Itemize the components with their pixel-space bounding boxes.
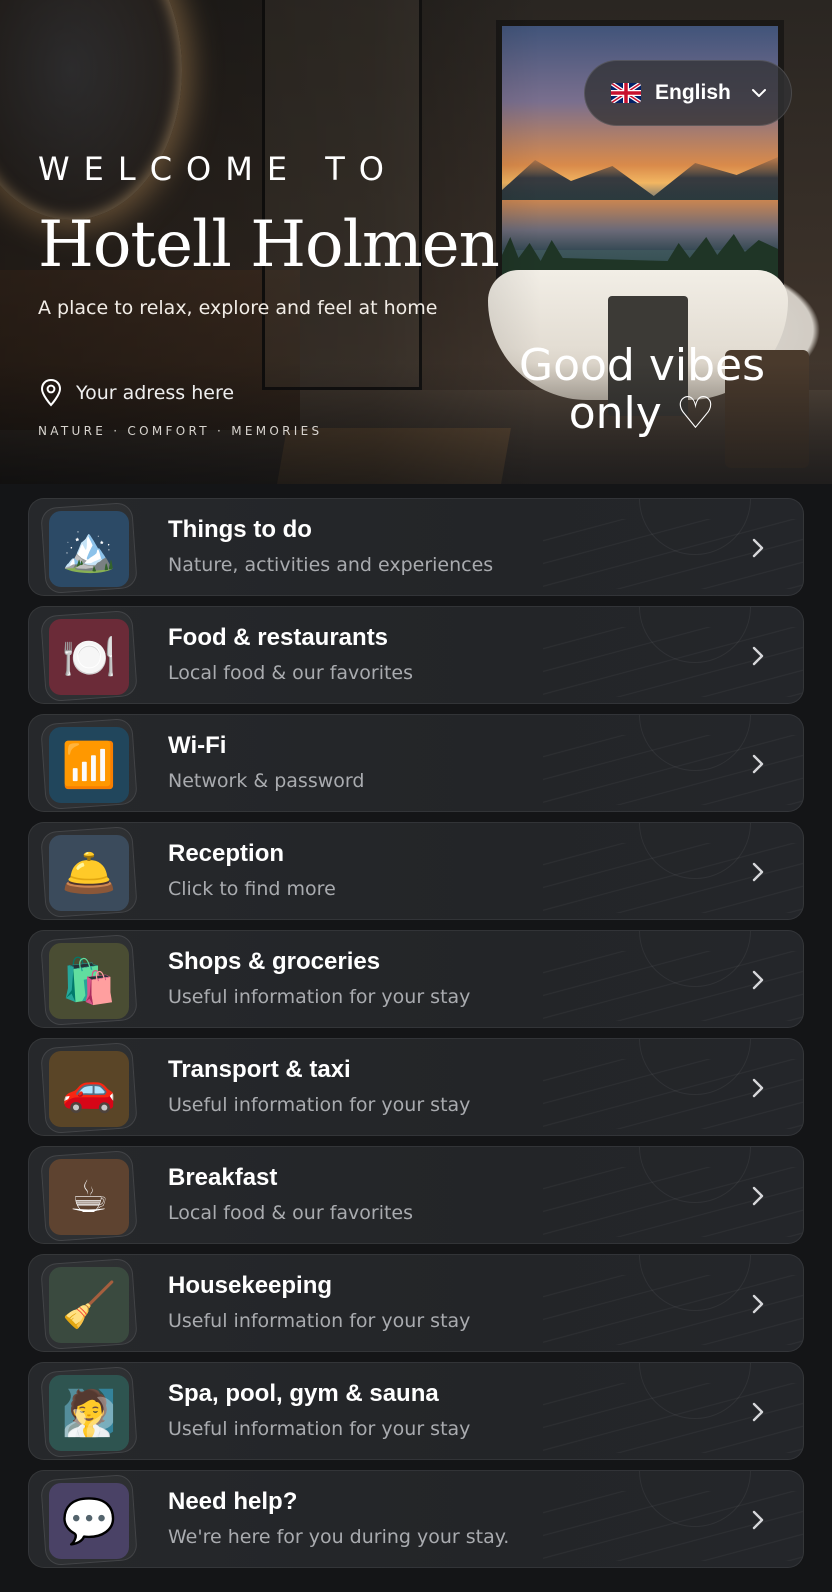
menu-item-subtitle: We're here for you during your stay. [168, 1526, 510, 1548]
menu-item-title: Need help? [168, 1488, 298, 1515]
menu-item-need-help[interactable]: 💬 Need help? We're here for you during you… [28, 1470, 804, 1568]
menu-item-title: Wi-Fi [168, 732, 227, 759]
chevron-down-icon [751, 89, 766, 97]
menu-item-spa-pool-gym-sauna[interactable]: 🧖 Spa, pool, gym & sauna Useful informatio… [28, 1362, 804, 1460]
menu-item-subtitle: Nature, activities and experiences [168, 554, 494, 576]
menu-item-title: Housekeeping [168, 1272, 333, 1299]
menu-item-subtitle: Useful information for your stay [168, 1310, 471, 1332]
menu-item-title: Food & restaurants [168, 624, 389, 651]
chevron-right-icon [752, 754, 764, 774]
tagline: NATURE · COMFORT · MEMORIES [38, 424, 323, 438]
menu-item-food-restaurants[interactable]: 🍽️ Food & restaurants Local food & our fav… [28, 606, 804, 704]
menu-item-shops-groceries[interactable]: 🛍️ Shops & groceries Useful information fo… [28, 930, 804, 1028]
vibes-line-2: only ♡ [568, 388, 716, 439]
chevron-right-icon [752, 1294, 764, 1314]
chevron-right-icon [752, 970, 764, 990]
address-text: Your adress here [76, 382, 235, 404]
menu-item-title: Things to do [168, 516, 312, 543]
chevron-right-icon [752, 862, 764, 882]
plate-cutlery-icon: 🍽️ [49, 619, 129, 695]
menu-list: 🏔️ Things to do Nature, activities and exp… [28, 498, 804, 1578]
menu-item-title: Shops & groceries [168, 948, 381, 975]
menu-item-title: Reception [168, 840, 285, 867]
address-row[interactable]: Your adress here [38, 378, 234, 408]
menu-item-reception[interactable]: 🛎️ Reception Click to find more [28, 822, 804, 920]
shopping-bags-icon: 🛍️ [49, 943, 129, 1019]
menu-item-breakfast[interactable]: ☕ Breakfast Local food & our favorites [28, 1146, 804, 1244]
coffee-icon: ☕ [49, 1159, 129, 1235]
wifi-icon: 📶 [49, 727, 129, 803]
menu-item-subtitle: Local food & our favorites [168, 1202, 414, 1224]
uk-flag-icon [611, 83, 641, 103]
chat-bubble-icon: 💬 [49, 1483, 129, 1559]
hero-banner: English WELCOME TO Hotell Holmen A place… [0, 0, 832, 484]
menu-item-subtitle: Click to find more [168, 878, 336, 900]
bell-icon: 🛎️ [49, 835, 129, 911]
broom-icon: 🧹 [49, 1267, 129, 1343]
menu-item-subtitle: Useful information for your stay [168, 1094, 471, 1116]
welcome-text: WELCOME TO [38, 150, 398, 188]
location-pin-icon [40, 378, 62, 407]
menu-item-transport-taxi[interactable]: 🚗 Transport & taxi Useful information for … [28, 1038, 804, 1136]
chevron-right-icon [752, 538, 764, 558]
chevron-right-icon [752, 1186, 764, 1206]
menu-item-subtitle: Network & password [168, 770, 365, 792]
menu-item-title: Breakfast [168, 1164, 278, 1191]
vibes-line-1: Good vibes [518, 340, 766, 391]
menu-item-wi-fi[interactable]: 📶 Wi-Fi Network & password [28, 714, 804, 812]
menu-item-things-to-do[interactable]: 🏔️ Things to do Nature, activities and exp… [28, 498, 804, 596]
language-selector[interactable]: English [584, 60, 792, 126]
chevron-right-icon [752, 1510, 764, 1530]
menu-item-housekeeping[interactable]: 🧹 Housekeeping Useful information for your… [28, 1254, 804, 1352]
chevron-right-icon [752, 1078, 764, 1098]
chevron-right-icon [752, 1402, 764, 1422]
menu-item-title: Spa, pool, gym & sauna [168, 1380, 439, 1407]
menu-item-subtitle: Useful information for your stay [168, 986, 471, 1008]
hotel-name: Hotell Holmen [38, 208, 500, 282]
chevron-right-icon [752, 646, 764, 666]
menu-item-subtitle: Local food & our favorites [168, 662, 414, 684]
language-label: English [655, 81, 731, 104]
car-icon: 🚗 [49, 1051, 129, 1127]
menu-item-title: Transport & taxi [168, 1056, 351, 1083]
good-vibes-text: Good vibes only ♡ [492, 342, 792, 438]
menu-item-subtitle: Useful information for your stay [168, 1418, 471, 1440]
mountain-icon: 🏔️ [49, 511, 129, 587]
spa-icon: 🧖 [49, 1375, 129, 1451]
hero-subtitle: A place to relax, explore and feel at ho… [38, 297, 438, 319]
